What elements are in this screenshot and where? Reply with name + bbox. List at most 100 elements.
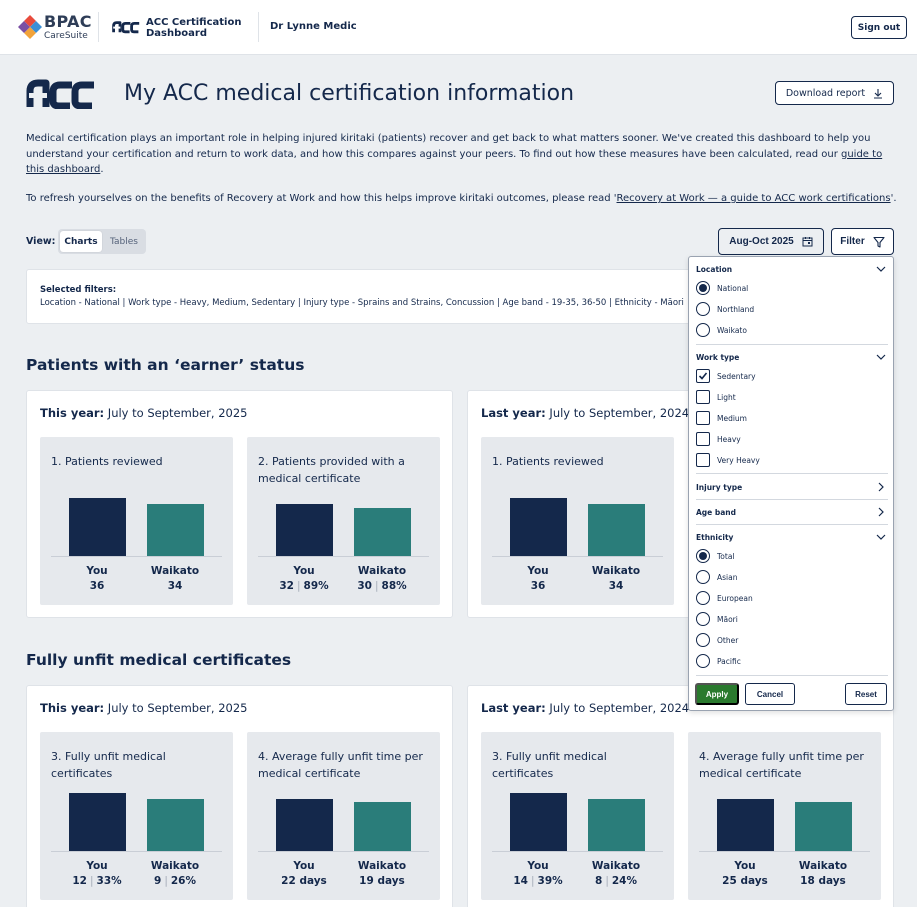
ethnicity-option-maori[interactable]: Māori (696, 611, 738, 627)
work-type-option-very-heavy[interactable]: Very Heavy (696, 452, 760, 468)
selected-filters-title: Selected filters: (40, 285, 117, 295)
bar-label-you: You 25 days (710, 859, 780, 889)
intro2-text: To refresh yourselves on the benefits of… (26, 193, 617, 204)
ethnicity-option-total[interactable]: Total (696, 548, 735, 564)
location-option-national[interactable]: National (696, 280, 748, 296)
option-label: Other (717, 635, 739, 645)
option-label: Very Heavy (717, 455, 760, 465)
radio-button[interactable] (696, 302, 710, 316)
filter-button[interactable]: Filter (831, 228, 894, 255)
intro-paragraph: Medical certification plays an important… (26, 131, 884, 178)
tile-title: 1. Patients reviewed (492, 455, 604, 468)
card-heading-period: July to September, 2025 (104, 406, 248, 420)
date-range-label: Aug-Oct 2025 (729, 236, 794, 247)
view-charts-tab[interactable]: Charts (60, 231, 102, 252)
selected-filters-text: Location - National | Work type - Heavy,… (40, 298, 684, 308)
location-option-waikato[interactable]: Waikato (696, 322, 747, 338)
card-this-year-earner: This year: July to September, 2025 1. Pa… (26, 390, 453, 618)
card-heading-period: July to September, 2024 (545, 701, 690, 715)
location-option-northland[interactable]: Northland (696, 301, 754, 317)
ethnicity-option-pacific[interactable]: Pacific (696, 653, 741, 669)
radio-button[interactable] (696, 591, 710, 605)
radio-button[interactable] (696, 281, 710, 295)
age-band-heading[interactable]: Age band (696, 508, 736, 517)
work-type-option-sedentary[interactable]: Sedentary (696, 368, 756, 384)
chevron-down-icon[interactable] (876, 264, 886, 274)
view-toggle: Charts Tables (58, 229, 146, 254)
work-type-option-light[interactable]: Light (696, 389, 736, 405)
radio-button[interactable] (696, 654, 710, 668)
radio-button[interactable] (696, 323, 710, 337)
ethnicity-heading[interactable]: Ethnicity (696, 533, 733, 542)
bar-label-you: You 32 | 89% (269, 564, 339, 594)
radio-button[interactable] (696, 549, 710, 563)
bar-label-region: Waikato 8 | 24% (581, 859, 651, 889)
you-percent: 39% (537, 875, 563, 887)
region-label: Waikato (150, 565, 200, 577)
view-tables-tab[interactable]: Tables (104, 231, 144, 252)
metric-tile: 1. Patients reviewed You 36 Waikato 34 (40, 437, 233, 605)
selected-filters-box: Selected filters: Location - National | … (26, 269, 716, 324)
download-label: Download report (785, 87, 866, 99)
you-value: 22 days (281, 875, 327, 887)
option-label: Light (717, 392, 736, 402)
tile-title: 1. Patients reviewed (51, 455, 163, 468)
checkbox[interactable] (696, 411, 710, 425)
you-percent: 89% (303, 580, 329, 592)
chevron-right-icon[interactable] (876, 482, 886, 492)
recovery-guide-link[interactable]: Recovery at Work — a guide to ACC work c… (617, 193, 891, 204)
card-heading: This year: July to September, 2025 (40, 701, 248, 715)
checkbox[interactable] (696, 432, 710, 446)
checkbox[interactable] (696, 453, 710, 467)
location-heading[interactable]: Location (696, 265, 732, 274)
user-name: Dr Lynne Medic (270, 21, 357, 32)
option-label: Māori (717, 614, 738, 624)
brand-sub: CareSuite (44, 31, 88, 41)
bar-label-region: Waikato 34 (140, 564, 210, 594)
divider (258, 12, 259, 42)
you-value: 32 (279, 580, 294, 592)
checkbox[interactable] (696, 369, 710, 383)
option-label: Northland (717, 304, 755, 314)
cancel-button[interactable]: Cancel (745, 683, 795, 705)
option-label: Medium (717, 413, 747, 423)
bar-label-you: You 36 (62, 564, 132, 594)
ethnicity-option-other[interactable]: Other (696, 632, 738, 648)
check-icon (698, 372, 708, 380)
acc-logo-icon (112, 21, 140, 34)
option-label: Waikato (717, 325, 747, 335)
option-label: Pacific (717, 656, 741, 666)
ethnicity-option-european[interactable]: European (696, 590, 753, 606)
bar-region (354, 508, 411, 556)
radio-button[interactable] (696, 612, 710, 626)
work-type-option-heavy[interactable]: Heavy (696, 431, 741, 447)
card-heading-label: This year: (40, 406, 105, 420)
download-report-button[interactable]: Download report (775, 81, 894, 105)
intro2-text-end: '. (890, 193, 897, 204)
ethnicity-option-asian[interactable]: Asian (696, 569, 737, 585)
chevron-right-icon[interactable] (876, 507, 886, 517)
checkbox[interactable] (696, 390, 710, 404)
radio-button[interactable] (696, 570, 710, 584)
chevron-down-icon[interactable] (876, 352, 886, 362)
calendar-icon (802, 237, 813, 247)
injury-type-heading[interactable]: Injury type (696, 483, 742, 492)
date-range-button[interactable]: Aug-Oct 2025 (718, 228, 824, 255)
bar-you (510, 793, 567, 851)
bar-you (69, 793, 126, 851)
work-type-heading[interactable]: Work type (696, 353, 739, 362)
you-value: 36 (89, 580, 105, 592)
radio-button[interactable] (696, 633, 710, 647)
panel-divider (696, 524, 888, 525)
tile-title: 4. Average fully unfit time per medical … (699, 750, 864, 780)
bar-label-you: You 14 | 39% (503, 859, 573, 889)
option-label: Total (717, 551, 735, 561)
region-value: 34 (608, 580, 624, 592)
work-type-option-medium[interactable]: Medium (696, 410, 747, 426)
reset-button[interactable]: Reset (845, 683, 887, 705)
apply-button[interactable]: Apply (695, 683, 739, 705)
sign-out-button[interactable]: Sign out (851, 16, 907, 39)
chevron-down-icon[interactable] (876, 532, 886, 542)
download-icon (874, 88, 883, 99)
bar-label-region: Waikato 18 days (788, 859, 858, 889)
